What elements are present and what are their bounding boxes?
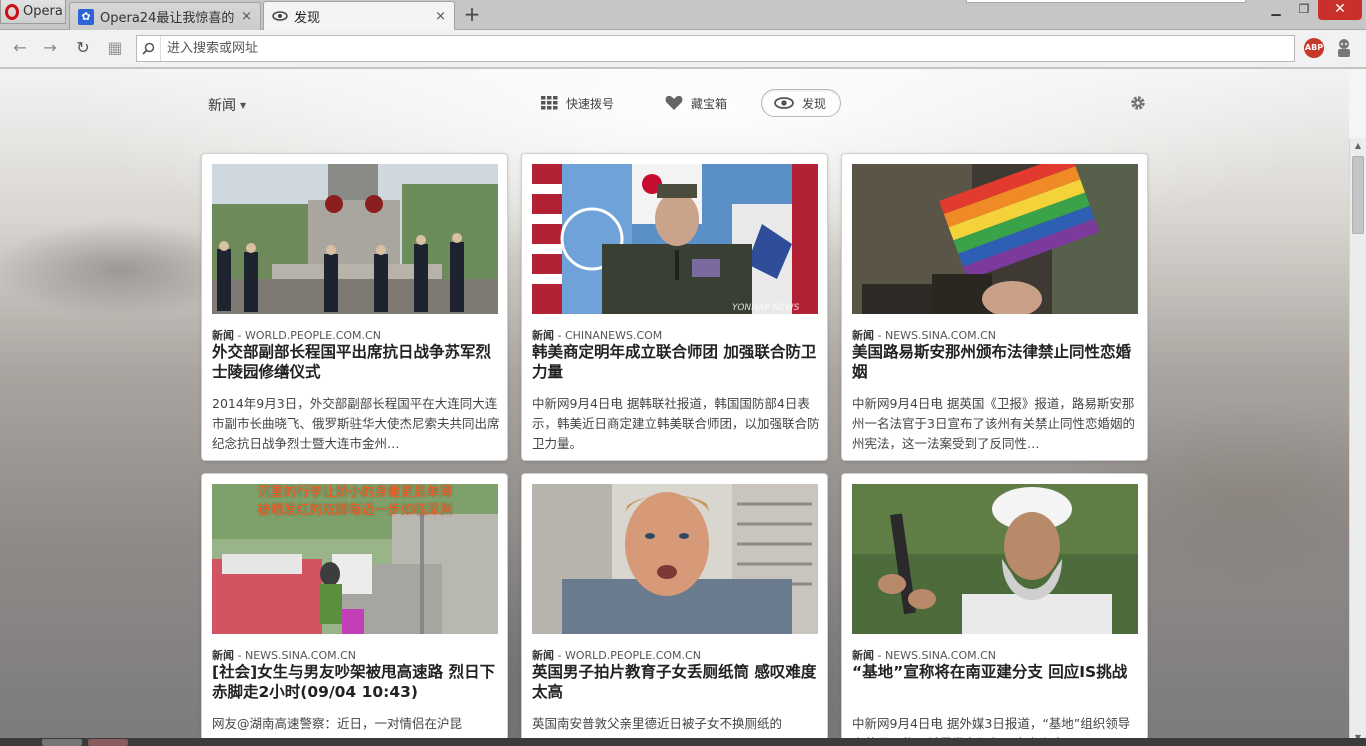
vertical-scrollbar[interactable]: ▲ ▼ [1349,138,1366,746]
news-source[interactable]: NEWS.SINA.COM.CN [245,649,356,662]
news-card[interactable]: 新闻 - NEWS.SINA.COM.CN 美国路易斯安那州颁布法律禁止同性恋婚… [841,153,1148,461]
address-input[interactable] [161,41,1294,56]
news-category-dropdown[interactable]: 新闻 ▼ [208,95,246,115]
discover-link[interactable]: 发现 [761,89,841,117]
thumbnail-caption: 沉重的行李让娇小的身躯更显单薄 被晒发红的双脚每迈一步如临深渊 [212,484,498,520]
minimize-button[interactable]: ▁ [1262,0,1290,20]
news-source[interactable]: WORLD.PEOPLE.COM.CN [245,329,381,342]
news-thumbnail: YONHAP NEWS [532,164,818,314]
window-controls: ▁ ❐ ✕ [1262,0,1362,20]
reload-button[interactable]: ↻ [72,38,94,60]
news-summary: 2014年9月3日，外交部副部长程国平在大连同大连市副市长曲晓飞、俄罗斯驻华大使… [212,396,500,451]
speed-dial-label: 快速拨号 [566,96,615,111]
news-card[interactable]: 新闻 - WORLD.PEOPLE.COM.CN 英国男子拍片教育子女丢厕纸筒 … [521,473,828,746]
news-meta: 新闻 - NEWS.SINA.COM.CN [212,649,357,662]
news-headline[interactable]: 英国男子拍片教育子女丢厕纸筒 感叹难度太高 [532,662,820,702]
news-summary: 中新网9月4日电 据英国《卫报》报道，路易斯安那州一名法官于3日宣布了该州有关禁… [852,396,1135,451]
eye-icon [774,97,794,109]
news-meta: 新闻 - NEWS.SINA.COM.CN [852,649,997,662]
news-summary: 中新网9月4日电 据韩联社报道，韩国国防部4日表示，韩美近日商定建立韩美联合师团… [532,396,820,451]
discover-label: 发现 [802,96,827,111]
news-category: 新闻 [852,329,874,342]
news-category: 新闻 [212,649,234,662]
taskbar-item[interactable] [88,739,128,746]
news-meta: 新闻 - WORLD.PEOPLE.COM.CN [212,329,381,342]
opera-logo-icon [5,3,19,20]
heart-icon [665,95,683,110]
news-headline[interactable]: [社会]女生与男友吵架被甩高速路 烈日下赤脚走2小时(09/04 10:43) [212,662,500,702]
news-source[interactable]: CHINANEWS.COM [565,329,662,342]
user-extension-icon[interactable] [1336,38,1352,58]
close-tab-icon[interactable]: × [435,9,446,24]
news-headline[interactable]: 美国路易斯安那州颁布法律禁止同性恋婚姻 [852,342,1140,382]
tab-bar: Opera ✿ Opera24最让我惊喜的一 × 发现 × + ▁ ❐ ✕ [0,0,1366,30]
stash-label: 藏宝箱 [691,96,728,111]
forward-button[interactable]: → [39,38,61,60]
taskbar-item[interactable] [42,739,82,746]
news-source[interactable]: NEWS.SINA.COM.CN [885,649,996,662]
news-category: 新闻 [852,649,874,662]
caption-line: 被晒发红的双脚每迈一步如临深渊 [257,503,453,518]
gear-icon[interactable] [1129,94,1147,112]
tab-discover[interactable]: 发现 × [263,1,455,30]
grid-icon [541,96,558,110]
os-taskbar [0,738,1366,746]
news-meta: 新闻 - WORLD.PEOPLE.COM.CN [532,649,701,662]
news-card[interactable]: 沉重的行李让娇小的身躯更显单薄 被晒发红的双脚每迈一步如临深渊 新闻 - NEW… [201,473,508,746]
new-tab-button[interactable]: + [461,3,483,27]
svg-text:YONHAP NEWS: YONHAP NEWS [732,303,800,313]
address-bar[interactable] [136,35,1295,62]
back-button[interactable]: ← [9,38,31,60]
tab-title: Opera24最让我惊喜的一 [100,11,236,26]
close-tab-icon[interactable]: × [241,9,252,24]
news-headline[interactable]: 韩美商定明年成立联合师团 加强联合防卫力量 [532,342,820,382]
news-meta: 新闻 - CHINANEWS.COM [532,329,663,342]
tab-opera24[interactable]: ✿ Opera24最让我惊喜的一 × [69,2,261,30]
stash-link[interactable]: 藏宝箱 [653,89,739,117]
news-category: 新闻 [532,649,554,662]
tab-title: 发现 [294,10,321,26]
speed-dial-grid-icon[interactable]: ▦ [104,38,126,60]
opera-menu-label: Opera [23,4,63,19]
speed-dial-link[interactable]: 快速拨号 [529,89,626,117]
eye-icon [272,8,288,24]
news-category: 新闻 [212,329,234,342]
restore-button[interactable]: ❐ [1290,0,1318,20]
scroll-up-icon[interactable]: ▲ [1350,138,1366,154]
news-headline[interactable]: 外交部副部长程国平出席抗日战争苏军烈士陵园修缮仪式 [212,342,500,382]
news-category: 新闻 [532,329,554,342]
address-toolbar: ← → ↻ ▦ ABP [0,30,1366,68]
news-category-label: 新闻 [208,98,236,114]
news-headline[interactable]: “基地”宣称将在南亚建分支 回应IS挑战 [852,662,1140,682]
news-thumbnail [852,164,1138,314]
adblock-plus-icon[interactable]: ABP [1304,38,1324,58]
search-icon [137,36,161,61]
news-thumbnail [532,484,818,634]
news-thumbnail: 沉重的行李让娇小的身躯更显单薄 被晒发红的双脚每迈一步如临深渊 [212,484,498,634]
paw-icon: ✿ [78,8,94,25]
news-card[interactable]: 新闻 - WORLD.PEOPLE.COM.CN 外交部副部长程国平出席抗日战争… [201,153,508,461]
dropdown-caret-icon: ▼ [240,100,247,110]
close-window-button[interactable]: ✕ [1318,0,1362,20]
news-thumbnail [852,484,1138,634]
discover-page: 新闻 ▼ 快速拨号 藏宝箱 发现 新闻 - WORLD.PEOPLE.COM.C… [0,69,1349,746]
news-source[interactable]: WORLD.PEOPLE.COM.CN [565,649,701,662]
window-drag-strip[interactable] [966,0,1246,3]
caption-line: 沉重的行李让娇小的身躯更显单薄 [257,485,453,500]
news-meta: 新闻 - NEWS.SINA.COM.CN [852,329,997,342]
scrollbar-gutter [1349,69,1366,138]
news-thumbnail [212,164,498,314]
news-card[interactable]: 新闻 - NEWS.SINA.COM.CN “基地”宣称将在南亚建分支 回应IS… [841,473,1148,746]
news-card[interactable]: YONHAP NEWS 新闻 - CHINANEWS.COM 韩美商定明年成立联… [521,153,828,461]
opera-menu-button[interactable]: Opera [0,0,66,24]
scrollbar-thumb[interactable] [1352,156,1364,234]
news-source[interactable]: NEWS.SINA.COM.CN [885,329,996,342]
discover-top-nav: 新闻 ▼ 快速拨号 藏宝箱 发现 [0,69,1349,139]
